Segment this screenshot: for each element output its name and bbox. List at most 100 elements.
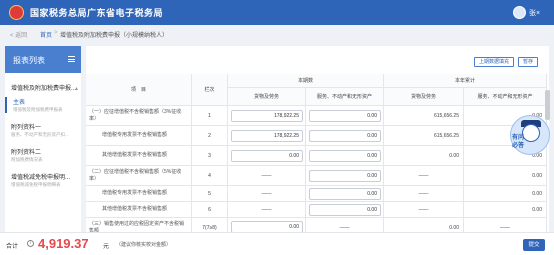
input-cur-services[interactable]: 0.00: [309, 188, 381, 200]
cell-cur-goods: 0.00: [228, 146, 306, 166]
row-label: （二）应征增值税不含税销售额（5%征收率）: [86, 166, 192, 186]
cell-ytd-goods: ——: [384, 202, 464, 218]
cell-ytd-services: 0.00: [464, 166, 547, 186]
row-label: 其他增值税发票不含税销售额: [86, 202, 192, 218]
cell-cur-services: 0.00: [306, 146, 384, 166]
report-sidebar: 报表列表 增值税及附加税费申报... ▴ 主表 增值税及附加税费申报表 附列资料…: [5, 46, 81, 232]
breadcrumb-home[interactable]: 首页: [40, 30, 52, 39]
breadcrumb: < 返回 首页 > 增值税及附加税费申报（小规模纳税人）: [0, 25, 554, 41]
cell-ytd-services: 0.00: [464, 202, 547, 218]
sidebar-item-label: 主表: [13, 100, 26, 106]
save-draft-button[interactable]: 暂存: [518, 57, 538, 67]
header-cur-services: 服务、不动产和无形资产: [306, 88, 384, 106]
row-label: 增值税专用发票不含税销售额: [86, 126, 192, 146]
row-line: 1: [192, 106, 228, 126]
cell-ytd-goods: ——: [384, 186, 464, 202]
cell-ytd-goods: 615,656.25: [384, 106, 464, 126]
row-line: 2: [192, 126, 228, 146]
row-label: （三）销售使用过的应税固定资产不含税销售额: [86, 218, 192, 232]
cell-cur-goods: 178,922.25: [228, 106, 306, 126]
user-name[interactable]: 张×: [529, 8, 540, 18]
cell-ytd-services: ——: [464, 218, 547, 232]
footer-bar: 合计 i 4,919.37 元 （建议你核实校对金额） 提交: [0, 232, 554, 255]
menu-icon[interactable]: [68, 56, 75, 62]
cell-cur-goods: 0.00: [228, 218, 306, 232]
cell-cur-services: ——: [306, 218, 384, 232]
total-amount: 4,919.37: [38, 236, 89, 251]
breadcrumb-current: 增值税及附加税费申报（小规模纳税人）: [60, 33, 169, 39]
sidebar-item-main-return[interactable]: 增值税及附加税费申报... ▴: [5, 83, 81, 92]
user-avatar[interactable]: [513, 6, 526, 19]
row-line: 6: [192, 202, 228, 218]
cell-cur-services: 0.00: [306, 202, 384, 218]
input-cur-services[interactable]: 0.00: [309, 110, 381, 122]
header-year-total: 本年累计: [384, 74, 547, 88]
total-label: 合计: [6, 244, 19, 250]
tax-emblem-icon: [9, 5, 24, 20]
report-panel: 上期数据填充 暂存 项 目 栏次 本期数 本年累计 货物及劳务 服务、不动产和无…: [86, 46, 549, 232]
input-cur-goods[interactable]: 178,922.25: [231, 130, 303, 142]
sidebar-item-tax-relief[interactable]: 增值税减免税申报明... 增值税减免税申报明细表: [5, 172, 81, 188]
header-ytd-goods: 货物及劳务: [384, 88, 464, 106]
cell-cur-goods: 178,922.25: [228, 126, 306, 146]
info-icon[interactable]: i: [27, 240, 34, 247]
input-cur-services[interactable]: 0.00: [309, 204, 381, 216]
vat-return-table: 项 目 栏次 本期数 本年累计 货物及劳务 服务、不动产和无形资产 货物及劳务 …: [86, 74, 547, 232]
total-unit: 元: [103, 244, 110, 250]
header-project: 项 目: [86, 74, 192, 106]
cell-ytd-goods: 0.00: [384, 218, 464, 232]
input-cur-goods[interactable]: 0.00: [231, 150, 303, 162]
vertical-scrollbar[interactable]: [545, 90, 550, 120]
help-assistant-widget[interactable]: 有问 必答: [510, 115, 550, 155]
input-cur-goods[interactable]: 0.00: [231, 221, 303, 232]
cell-cur-services: 0.00: [306, 106, 384, 126]
header-ytd-services: 服务、不动产和无形资产: [464, 88, 547, 106]
top-bar: 国家税务总局广东省电子税务局 张×: [0, 0, 554, 25]
cell-cur-goods: ——: [228, 202, 306, 218]
header-line: 栏次: [192, 74, 228, 106]
cell-ytd-goods: ——: [384, 166, 464, 186]
header-current-period: 本期数: [228, 74, 384, 88]
row-label: （一）应征增值税不含税销售额（3%征收率）: [86, 106, 192, 126]
sidebar-item-attachment-2[interactable]: 附列资料二 附加税费情况表: [5, 147, 81, 163]
cell-cur-goods: ——: [228, 186, 306, 202]
input-cur-services[interactable]: 0.00: [309, 130, 381, 142]
cell-cur-services: 0.00: [306, 126, 384, 146]
input-cur-services[interactable]: 0.00: [309, 150, 381, 162]
row-line: 4: [192, 166, 228, 186]
row-line: 7(7≥8): [192, 218, 228, 232]
input-cur-goods[interactable]: 178,922.25: [231, 110, 303, 122]
sidebar-item-sub: 服务、不动产和无形资产扣...: [11, 132, 69, 137]
sidebar-item-label: 增值税减免税申报明...: [11, 175, 71, 181]
sidebar-title: 报表列表: [13, 56, 45, 65]
assistant-avatar-icon: [522, 124, 540, 142]
site-title: 国家税务总局广东省电子税务局: [30, 8, 164, 18]
row-label: 其他增值税发票不含税销售额: [86, 146, 192, 166]
sidebar-item-attachment-1[interactable]: 附列资料一 服务、不动产和无形资产扣...: [5, 122, 81, 138]
fill-last-period-button[interactable]: 上期数据填充: [474, 57, 514, 67]
sidebar-item-sub: 增值税及附加税费申报表: [13, 107, 63, 112]
row-line: 5: [192, 186, 228, 202]
chevron-up-icon[interactable]: ▴: [75, 85, 78, 92]
row-line: 3: [192, 146, 228, 166]
cell-cur-services: 0.00: [306, 166, 384, 186]
back-link[interactable]: < 返回: [10, 30, 27, 39]
sidebar-header: 报表列表: [5, 46, 81, 73]
breadcrumb-separator: >: [54, 30, 58, 36]
header-cur-goods: 货物及劳务: [228, 88, 306, 106]
sidebar-item-sub: 附加税费情况表: [11, 157, 43, 162]
cell-ytd-services: 0.00: [464, 186, 547, 202]
total-note: （建议你核实校对金额）: [116, 242, 172, 248]
assistant-label-2: 必答: [512, 143, 525, 149]
input-cur-services[interactable]: 0.00: [309, 170, 381, 182]
row-label: 增值税专用发票不含税销售额: [86, 186, 192, 202]
sidebar-item-label: 增值税及附加税费申报...: [11, 86, 77, 92]
cell-ytd-goods: 0.00: [384, 146, 464, 166]
sidebar-item-label: 附列资料一: [11, 125, 42, 131]
sidebar-item-main-table[interactable]: 主表 增值税及附加税费申报表: [5, 97, 81, 113]
submit-button[interactable]: 提交: [523, 239, 545, 251]
cell-cur-goods: ——: [228, 166, 306, 186]
sidebar-item-sub: 增值税减免税申报明细表: [11, 182, 61, 187]
cell-ytd-goods: 615,656.25: [384, 126, 464, 146]
sidebar-item-label: 附列资料二: [11, 150, 42, 156]
